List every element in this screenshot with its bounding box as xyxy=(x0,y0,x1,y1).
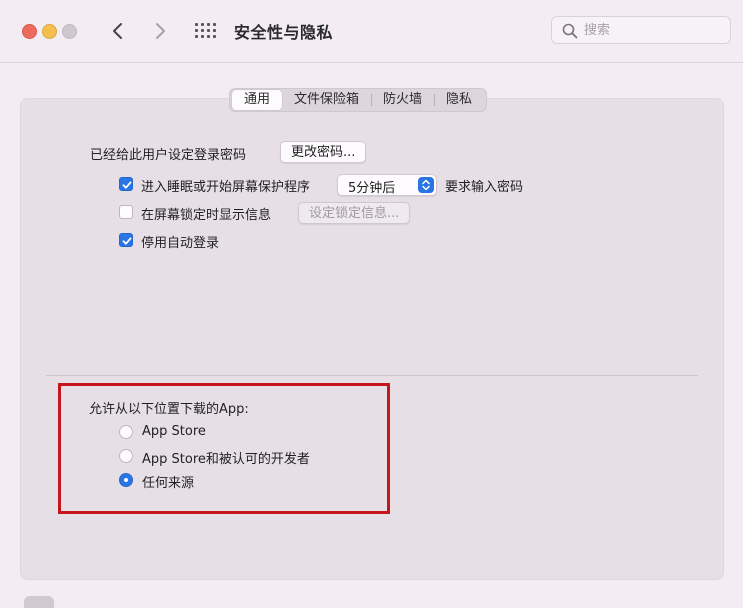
search-field[interactable] xyxy=(551,16,731,44)
change-password-button[interactable]: 更改密码... xyxy=(280,141,367,163)
disable-autologin-label: 停用自动登录 xyxy=(141,236,220,251)
lock-icon[interactable] xyxy=(24,596,54,608)
search-icon xyxy=(562,23,578,39)
tab-firewall[interactable]: 防火墙 xyxy=(371,90,434,110)
grid-icon xyxy=(201,23,204,26)
show-lock-message-label: 在屏幕锁定时显示信息 xyxy=(141,208,272,223)
grid-icon xyxy=(207,29,210,32)
grid-icon xyxy=(213,29,216,32)
tab-privacy[interactable]: 隐私 xyxy=(434,90,484,110)
grid-icon xyxy=(195,29,198,32)
popup-arrows-icon xyxy=(418,177,434,193)
close-window-button[interactable] xyxy=(22,24,37,39)
grid-icon xyxy=(213,35,216,38)
set-lock-message-button[interactable]: 设定锁定信息... xyxy=(298,202,411,224)
chevron-left-icon xyxy=(113,23,122,39)
grid-icon xyxy=(201,35,204,38)
window-title: 安全性与隐私 xyxy=(234,23,334,42)
minimize-window-button[interactable] xyxy=(42,24,57,39)
grid-icon xyxy=(195,35,198,38)
grid-icon xyxy=(207,35,210,38)
show-lock-message-checkbox[interactable] xyxy=(119,205,133,219)
checkmark-icon xyxy=(122,181,132,189)
password-delay-value: 5分钟后 xyxy=(348,181,396,196)
require-password-suffix: 要求输入密码 xyxy=(445,180,524,195)
toolbar: 安全性与隐私 xyxy=(0,0,743,63)
checkmark-icon xyxy=(122,237,132,245)
tab-filevault[interactable]: 文件保险箱 xyxy=(282,90,371,110)
system-preferences-window: 安全性与隐私 通用 文件保险箱 防火墙 隐私 已经给此用户设定登录密码 更改密码… xyxy=(0,0,743,608)
grid-icon xyxy=(213,23,216,26)
tab-bar: 通用 文件保险箱 防火墙 隐私 xyxy=(229,88,488,112)
zoom-window-button[interactable] xyxy=(62,24,77,39)
require-password-checkbox[interactable] xyxy=(119,177,133,191)
require-password-label: 进入睡眠或开始屏幕保护程序 xyxy=(141,180,311,195)
password-set-label: 已经给此用户设定登录密码 xyxy=(90,148,247,163)
tab-general[interactable]: 通用 xyxy=(232,90,283,110)
forward-button[interactable] xyxy=(148,18,172,44)
back-button[interactable] xyxy=(106,18,130,44)
grid-icon xyxy=(195,23,198,26)
password-delay-popup[interactable]: 5分钟后 xyxy=(337,174,437,196)
show-all-button[interactable] xyxy=(195,21,217,41)
search-input[interactable] xyxy=(584,21,724,39)
section-divider xyxy=(46,375,698,376)
grid-icon xyxy=(207,23,210,26)
highlight-annotation-box xyxy=(58,383,390,514)
chevron-right-icon xyxy=(156,23,165,39)
disable-autologin-checkbox[interactable] xyxy=(119,233,133,247)
grid-icon xyxy=(201,29,204,32)
